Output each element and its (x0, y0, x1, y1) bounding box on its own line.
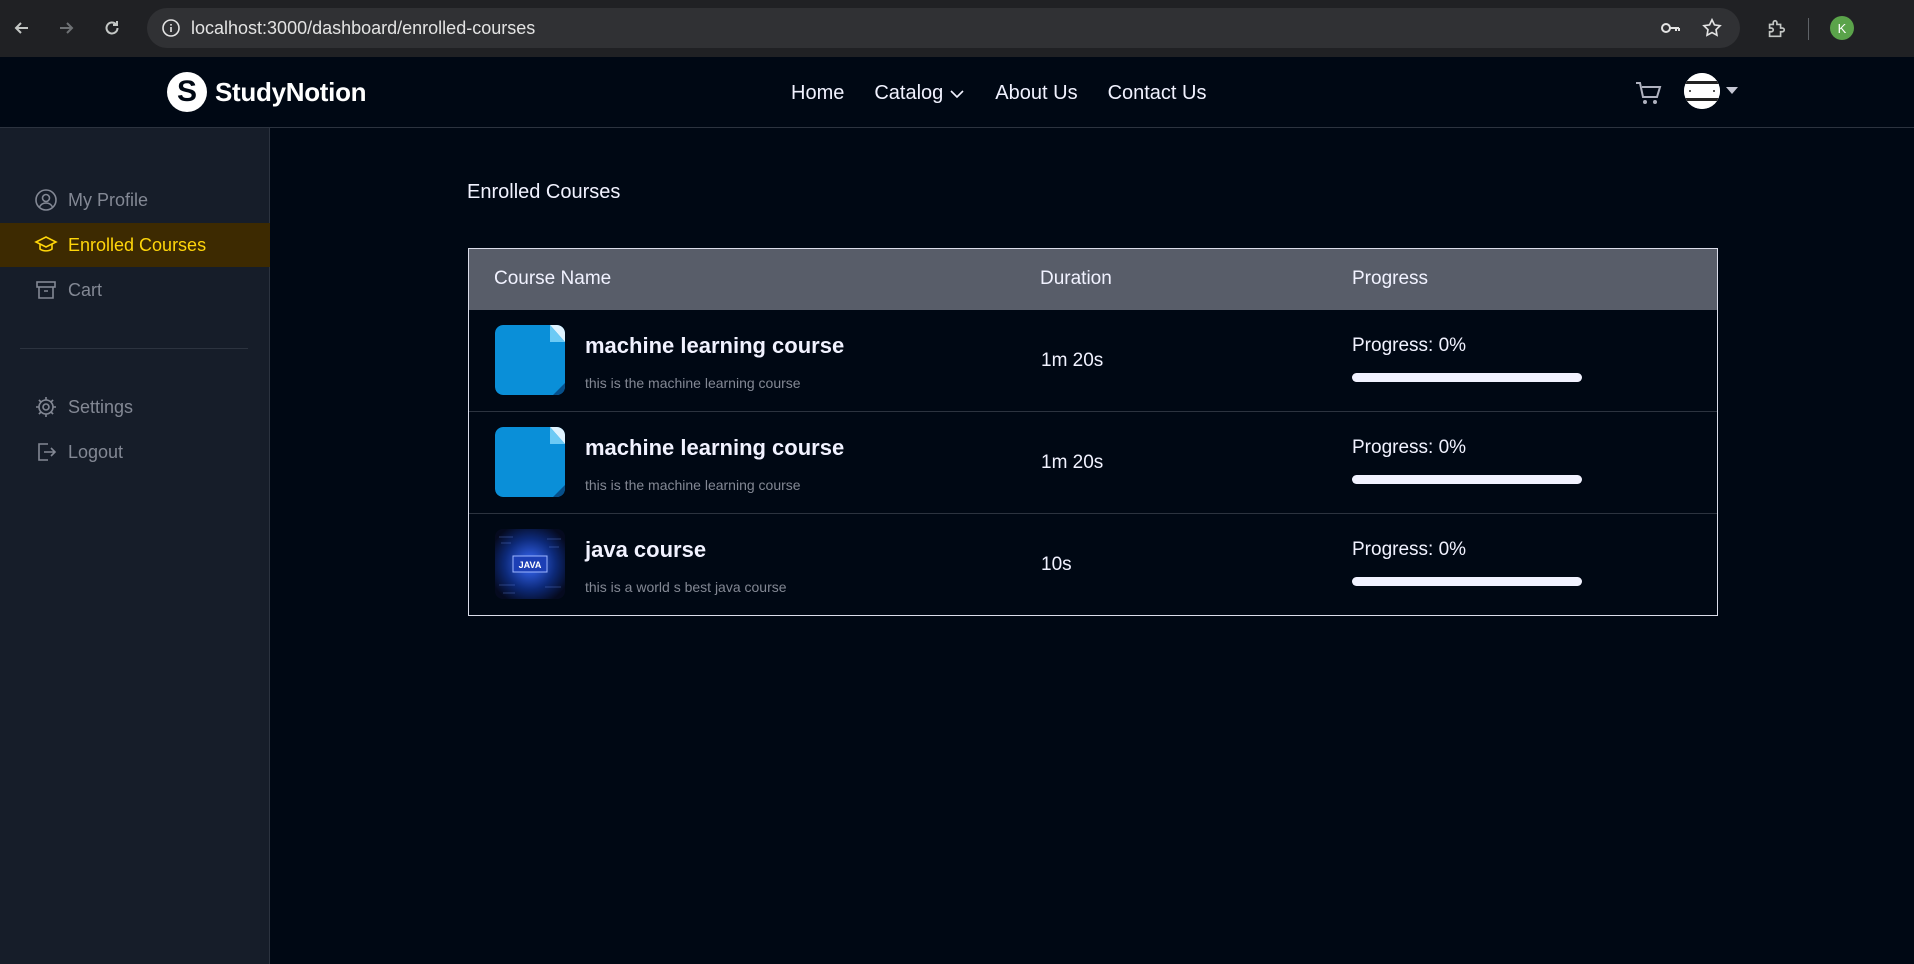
file-icon (495, 427, 565, 497)
sidebar-item-label: Settings (68, 396, 134, 417)
progress-bar (1352, 373, 1582, 382)
sidebar-item-settings[interactable]: Settings (0, 385, 270, 429)
course-duration: 1m 20s (1041, 452, 1104, 473)
sidebar-item-label: Enrolled Courses (68, 234, 207, 255)
course-description: this is the machine learning course (585, 375, 801, 391)
course-thumbnail[interactable] (495, 427, 565, 497)
caret-down-icon[interactable] (1726, 87, 1738, 94)
nav-links: Home Catalog About Us Contact Us (791, 82, 1237, 105)
chevron-down-icon (950, 89, 964, 98)
nav-link-about[interactable]: About Us (995, 82, 1077, 105)
column-header-duration: Duration (1040, 268, 1112, 289)
nav-link-contact[interactable]: Contact Us (1108, 82, 1207, 105)
course-name[interactable]: machine learning course (585, 333, 844, 359)
logout-icon (38, 443, 57, 461)
url-text[interactable]: localhost:3000/dashboard/enrolled-course… (191, 18, 535, 39)
progress-bar (1352, 577, 1582, 586)
graduation-cap-icon (34, 236, 58, 252)
progress-label: Progress: 0% (1352, 335, 1467, 356)
sidebar-item-cart[interactable]: Cart (0, 268, 270, 312)
course-duration: 10s (1041, 554, 1072, 575)
gear-icon (36, 397, 56, 417)
page-title: Enrolled Courses (467, 181, 621, 203)
avatar[interactable] (1684, 73, 1720, 109)
java-thumb-text: JAVA (519, 560, 542, 570)
archive-box-icon (36, 281, 56, 299)
brand-name: StudyNotion (215, 76, 367, 107)
sidebar-item-enrolled-courses[interactable]: Enrolled Courses (0, 223, 270, 267)
column-header-progress: Progress (1352, 268, 1429, 289)
course-name[interactable]: java course (585, 537, 706, 563)
java-image: JAVA (495, 529, 565, 599)
nav-link-home[interactable]: Home (791, 82, 844, 105)
app-navbar: S StudyNotion Home Catalog About Us Cont… (0, 57, 1914, 128)
sidebar-item-label: My Profile (68, 189, 149, 210)
course-thumbnail[interactable]: JAVA (495, 529, 565, 599)
key-icon[interactable] (1657, 15, 1683, 41)
nav-link-catalog-label: Catalog (874, 82, 944, 104)
course-description: this is the machine learning course (585, 477, 801, 493)
file-icon (495, 325, 565, 395)
cart-icon[interactable] (1634, 79, 1662, 107)
table-row[interactable]: machine learning course this is the mach… (469, 412, 1717, 514)
sidebar: My Profile Enrolled Courses Cart Setting… (0, 128, 270, 964)
course-name[interactable]: machine learning course (585, 435, 844, 461)
course-duration: 1m 20s (1041, 350, 1104, 371)
browser-profile-avatar[interactable]: K (1830, 16, 1854, 40)
forward-icon[interactable] (54, 16, 78, 40)
brand-logo[interactable]: S StudyNotion (167, 72, 367, 112)
sidebar-item-label: Logout (68, 441, 124, 462)
site-info-icon[interactable] (161, 18, 181, 38)
reload-icon[interactable] (100, 16, 124, 40)
table-header: Course Name Duration Progress (469, 249, 1717, 310)
progress-bar (1352, 475, 1582, 484)
extensions-icon[interactable] (1763, 16, 1789, 42)
sidebar-item-logout[interactable]: Logout (0, 430, 270, 474)
browser-toolbar: localhost:3000/dashboard/enrolled-course… (0, 0, 1914, 57)
address-bar[interactable]: localhost:3000/dashboard/enrolled-course… (147, 8, 1740, 48)
course-thumbnail[interactable] (495, 325, 565, 395)
toolbar-divider (1808, 18, 1809, 40)
logo-mark: S (167, 72, 207, 112)
progress-label: Progress: 0% (1352, 437, 1467, 458)
sidebar-item-my-profile[interactable]: My Profile (0, 178, 270, 222)
enrolled-courses-table: Course Name Duration Progress machine le… (468, 248, 1718, 616)
progress-label: Progress: 0% (1352, 539, 1467, 560)
sidebar-divider (20, 348, 248, 349)
course-description: this is a world s best java course (585, 579, 787, 595)
table-row[interactable]: JAVA java course this is a world s best … (469, 514, 1717, 616)
table-row[interactable]: machine learning course this is the mach… (469, 310, 1717, 412)
sidebar-item-label: Cart (68, 279, 103, 300)
user-circle-icon (35, 189, 57, 211)
star-icon[interactable] (1699, 15, 1725, 41)
column-header-course-name: Course Name (494, 268, 612, 289)
back-icon[interactable] (10, 16, 34, 40)
nav-link-catalog[interactable]: Catalog (874, 82, 965, 105)
